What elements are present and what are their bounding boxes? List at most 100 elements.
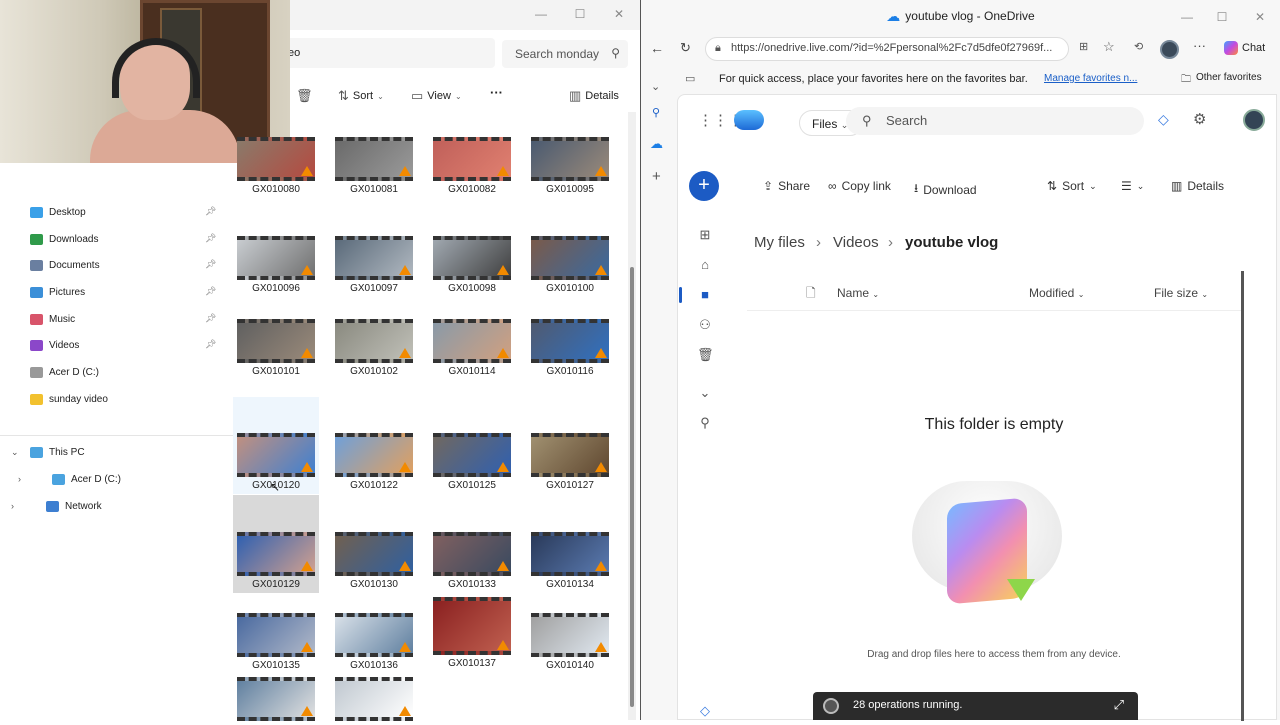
new-item-icon[interactable]: ⊞ — [697, 227, 713, 243]
chevron-right-icon[interactable]: › — [18, 474, 21, 484]
premium-diamond-icon[interactable]: ◇ — [1158, 111, 1169, 128]
person-icon[interactable]: ⚲ — [697, 415, 713, 431]
video-file-tile[interactable]: GX010137 — [429, 597, 515, 669]
history-icon[interactable]: ⟲ — [1134, 40, 1143, 53]
sidebar-item[interactable]: Pictures — [30, 282, 85, 302]
recycle-bin-icon[interactable]: 🗑 — [697, 347, 714, 363]
profile-avatar[interactable] — [1160, 40, 1179, 59]
sidebar-item[interactable]: Downloads — [30, 229, 98, 249]
video-file-tile[interactable]: GX010095 — [527, 137, 613, 195]
tree-item[interactable]: This PC — [30, 442, 85, 462]
video-file-tile[interactable]: GX010133 — [429, 532, 515, 590]
address-bar[interactable]: eo — [280, 38, 495, 68]
expand-icon[interactable]: ⤢ — [1114, 697, 1124, 713]
vertical-scrollbar[interactable] — [628, 112, 636, 720]
maximize-icon[interactable]: ☐ — [572, 6, 588, 22]
copilot-chat-button[interactable]: Chat — [1224, 41, 1265, 55]
tree-item[interactable]: Network — [46, 496, 102, 516]
pin-icon[interactable]: 📌︎ — [205, 339, 216, 350]
sidebar-item[interactable]: Videos — [30, 335, 79, 355]
copy-link-button[interactable]: ∞ Copy link — [828, 179, 891, 193]
video-file-tile[interactable]: GX010114 — [429, 319, 515, 377]
sidebar-item[interactable]: sunday video — [30, 389, 108, 409]
video-file-tile[interactable]: GX010127 — [527, 433, 613, 491]
sort-button[interactable]: ⇅ Sort ⌄ — [1047, 179, 1097, 193]
sort-button[interactable]: ⇅ Sort ⌄ — [338, 88, 384, 104]
onedrive-scrollbar[interactable] — [1241, 271, 1244, 721]
sidebar-item[interactable]: Acer D (C:) — [30, 362, 99, 382]
video-file-tile[interactable]: GX010129 — [233, 532, 319, 590]
add-icon[interactable]: + — [652, 168, 661, 185]
video-file-tile[interactable]: GX010096 — [233, 236, 319, 294]
minimize-icon[interactable]: — — [1179, 9, 1195, 25]
pin-icon[interactable]: 📌︎ — [205, 286, 216, 297]
video-file-tile[interactable]: GX010140 — [527, 613, 613, 671]
onedrive-search-input[interactable]: ⚲ Search — [846, 107, 1144, 135]
share-button[interactable]: ⇪ Share — [763, 179, 810, 193]
column-modified[interactable]: Modified ⌄ — [1029, 286, 1084, 300]
video-file-tile[interactable]: GX010082 — [429, 137, 515, 195]
onedrive-cloud-icon[interactable]: ☁ — [650, 136, 663, 152]
minimize-icon[interactable]: — — [533, 6, 549, 22]
scrollbar-thumb[interactable] — [630, 267, 634, 707]
video-file-tile[interactable]: GX010125 — [429, 433, 515, 491]
sidebar-item[interactable]: Music — [30, 309, 75, 329]
pin-icon[interactable]: 📌︎ — [205, 313, 216, 324]
video-file-tile[interactable]: GX010136 — [331, 613, 417, 671]
sidebar-item[interactable]: Documents — [30, 255, 100, 275]
chevron-down-icon[interactable]: ⌄ — [651, 80, 660, 93]
video-file-tile[interactable]: GX010080 — [233, 137, 319, 195]
video-file-tile[interactable]: GX010122 — [331, 433, 417, 491]
chevron-down-icon[interactable]: ⌄ — [697, 385, 713, 401]
pin-icon[interactable]: 📌︎ — [205, 259, 216, 270]
more-options-button[interactable]: ··· — [490, 85, 503, 100]
my-files-folder-icon[interactable]: ■ — [697, 287, 713, 303]
search-input[interactable]: Search monday ⚲ — [502, 40, 628, 68]
breadcrumb-videos[interactable]: Videos — [833, 234, 879, 251]
more-menu-icon[interactable]: ··· — [1193, 38, 1206, 53]
video-file-tile[interactable]: GX010130 — [331, 532, 417, 590]
operations-toast[interactable]: 28 operations running. ⤢ — [813, 692, 1138, 720]
premium-diamond-icon[interactable]: ◇ — [697, 703, 713, 719]
view-options-button[interactable]: ☰ ⌄ — [1121, 179, 1144, 193]
video-file-tile[interactable]: GX010135 — [233, 613, 319, 671]
tree-item[interactable]: Acer D (C:) — [52, 469, 121, 489]
video-file-tile[interactable]: GX010134 — [527, 532, 613, 590]
chevron-down-icon[interactable]: ⌄ — [11, 447, 19, 458]
details-button[interactable]: ▥ Details — [569, 88, 619, 104]
video-file-tile[interactable]: GX010097 — [331, 236, 417, 294]
close-icon[interactable]: ✕ — [1252, 9, 1268, 25]
back-icon[interactable]: ← — [650, 40, 664, 56]
breadcrumb-my-files[interactable]: My files — [754, 234, 805, 251]
settings-gear-icon[interactable]: ⚙ — [1193, 110, 1206, 128]
refresh-icon[interactable]: ↻ — [680, 40, 691, 56]
pin-icon[interactable]: 📌︎ — [205, 233, 216, 244]
close-icon[interactable]: ✕ — [611, 6, 627, 22]
home-icon[interactable]: ⌂ — [697, 257, 713, 273]
app-available-icon[interactable]: ⊞ — [1079, 40, 1088, 53]
column-file-size[interactable]: File size ⌄ — [1154, 286, 1208, 300]
manage-favorites-link[interactable]: Manage favorites n... — [1044, 73, 1137, 84]
video-file-tile[interactable]: GX010081 — [331, 137, 417, 195]
video-file-tile[interactable]: GX010100 — [527, 236, 613, 294]
pin-icon[interactable]: 📌︎ — [205, 206, 216, 217]
chevron-right-icon[interactable]: › — [11, 501, 14, 511]
shared-people-icon[interactable]: ⚇ — [697, 317, 713, 333]
search-icon[interactable]: ⚲ — [652, 106, 660, 119]
other-favorites-button[interactable]: 🗀 Other favorites — [1181, 72, 1262, 89]
details-button[interactable]: ▥ Details — [1171, 179, 1224, 193]
download-button[interactable]: ⭳ Download — [914, 179, 977, 200]
video-file-tile[interactable] — [331, 677, 417, 721]
delete-button[interactable]: 🗑 — [296, 88, 313, 104]
view-button[interactable]: ▭ View ⌄ — [411, 88, 462, 104]
sidebar-item[interactable]: Desktop — [30, 202, 86, 222]
video-file-tile[interactable] — [233, 677, 319, 721]
favorite-star-icon[interactable]: ☆ — [1103, 39, 1115, 55]
avatar[interactable] — [1243, 109, 1265, 131]
maximize-icon[interactable]: ☐ — [1214, 9, 1230, 25]
video-file-tile[interactable]: GX010116 — [527, 319, 613, 377]
video-file-tile[interactable]: GX010098 — [429, 236, 515, 294]
url-bar[interactable]: 🔒︎ https://onedrive.live.com/?id=%2Fpers… — [705, 37, 1069, 61]
video-file-tile[interactable]: GX010102 — [331, 319, 417, 377]
column-name[interactable]: Name ⌄ — [837, 286, 879, 300]
